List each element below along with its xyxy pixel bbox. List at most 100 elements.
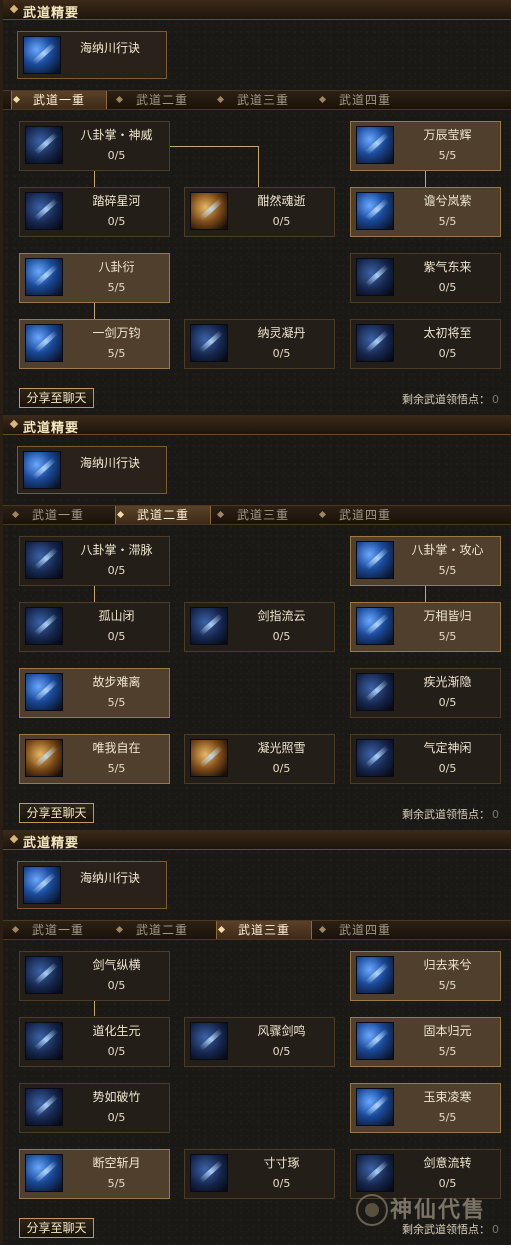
footstep-icon [25, 673, 63, 711]
tab-label: 武道二重 [135, 93, 188, 107]
skill-card[interactable]: 纳灵凝丹 0/5 [184, 319, 335, 369]
skill-points: 0/5 [272, 347, 291, 360]
skill-card[interactable]: 万辰莹辉 5/5 [350, 121, 501, 171]
tab-diamond-icon [318, 510, 327, 519]
skill-name: 八卦衍 [98, 260, 135, 274]
skill-points: 0/5 [272, 215, 291, 228]
skill-card[interactable]: 八卦掌・攻心 5/5 [350, 536, 501, 586]
skill-name: 谵兮岚萦 [423, 194, 472, 208]
tab-tier-1[interactable]: 武道一重 [11, 506, 105, 524]
skill-points: 0/5 [107, 1111, 126, 1124]
sword-slash-icon [25, 192, 63, 230]
tab-label: 武道四重 [338, 508, 391, 522]
skill-points: 5/5 [438, 1111, 457, 1124]
skill-card[interactable]: 断空斩月 5/5 [19, 1149, 170, 1199]
skill-points: 0/5 [272, 1177, 291, 1190]
tab-tier-3[interactable]: 武道三重 [216, 506, 310, 524]
skill-points: 0/5 [438, 347, 457, 360]
skill-card[interactable]: 八卦掌・滞脉 0/5 [19, 536, 170, 586]
skill-card[interactable]: 谵兮岚萦 5/5 [350, 187, 501, 237]
skill-card[interactable]: 唯我自在 5/5 [19, 734, 170, 784]
skill-card[interactable]: 万相皆归 5/5 [350, 602, 501, 652]
skill-points: 5/5 [438, 215, 457, 228]
skill-card[interactable]: 故步难离 5/5 [19, 668, 170, 718]
skill-points: 0/5 [438, 762, 457, 775]
cloud-sword-icon [190, 607, 228, 645]
skill-points: 0/5 [107, 979, 126, 992]
skill-card[interactable]: 一剑万钧 5/5 [19, 319, 170, 369]
skill-name: 孤山闭 [98, 609, 135, 623]
skill-points: 5/5 [438, 979, 457, 992]
skill-connector-line [425, 586, 426, 602]
section-header: 武道精要 [3, 415, 511, 436]
skill-card[interactable]: 紫气东来 0/5 [350, 253, 501, 303]
skill-name: 万相皆归 [423, 609, 472, 623]
tab-tier-4[interactable]: 武道四重 [318, 506, 412, 524]
tab-tier-3[interactable]: 武道三重 [216, 91, 310, 109]
tab-tier-2[interactable]: 武道二重 [115, 91, 209, 109]
share-to-chat-button[interactable]: 分享至聊天 [19, 803, 94, 823]
skill-card[interactable]: 孤山闭 0/5 [19, 602, 170, 652]
skill-name: 寸寸琢 [263, 1156, 300, 1170]
skill-card[interactable]: 踏碎星河 0/5 [19, 187, 170, 237]
tab-label: 武道四重 [338, 923, 391, 937]
remaining-points-value: 0 [492, 393, 499, 406]
tab-tier-4[interactable]: 武道四重 [318, 921, 412, 939]
skill-card[interactable]: 八卦掌・神威 0/5 [19, 121, 170, 171]
skill-name: 玉束凌寒 [423, 1090, 472, 1104]
palm-strike-icon [25, 126, 63, 164]
star-orb-icon [356, 126, 394, 164]
essence-skill[interactable]: 海纳川行诀 [17, 31, 167, 79]
skill-points: 5/5 [107, 1177, 126, 1190]
section-title: 武道精要 [23, 836, 80, 851]
skill-card[interactable]: 凝光照雪 0/5 [184, 734, 335, 784]
tab-tier-4[interactable]: 武道四重 [318, 91, 412, 109]
skill-card[interactable]: 归去来兮 5/5 [350, 951, 501, 1001]
sword-flow-icon [356, 1154, 394, 1192]
share-to-chat-button[interactable]: 分享至聊天 [19, 388, 94, 408]
skill-card[interactable]: 势如破竹 0/5 [19, 1083, 170, 1133]
mountain-icon [25, 607, 63, 645]
skill-name: 剑气纵横 [92, 958, 141, 972]
remaining-points-label: 剩余武道领悟点： [402, 808, 490, 821]
tab-tier-1[interactable]: 武道一重 [11, 91, 107, 109]
skill-card[interactable]: 剑气纵横 0/5 [19, 951, 170, 1001]
essence-skill-name: 海纳川行诀 [80, 41, 141, 55]
skill-connector-line [258, 146, 259, 187]
skill-card[interactable]: 道化生元 0/5 [19, 1017, 170, 1067]
tab-label: 武道四重 [338, 93, 391, 107]
skill-card[interactable]: 酣然魂逝 0/5 [184, 187, 335, 237]
section-title: 武道精要 [23, 421, 80, 436]
watermark-logo-icon [356, 1194, 388, 1226]
skill-card[interactable]: 固本归元 5/5 [350, 1017, 501, 1067]
bamboo-icon [25, 1088, 63, 1126]
skill-card[interactable]: 八卦衍 5/5 [19, 253, 170, 303]
skill-card[interactable]: 疾光渐隐 0/5 [350, 668, 501, 718]
essence-skill[interactable]: 海纳川行诀 [17, 446, 167, 494]
skill-card[interactable]: 太初将至 0/5 [350, 319, 501, 369]
tab-tier-2[interactable]: 武道二重 [115, 921, 209, 939]
skill-points: 0/5 [107, 564, 126, 577]
section-header: 武道精要 [3, 0, 511, 21]
carve-icon [190, 1154, 228, 1192]
sword-qi-icon [25, 956, 63, 994]
tab-tier-2[interactable]: 武道二重 [115, 506, 211, 524]
skill-card[interactable]: 寸寸琢 0/5 [184, 1149, 335, 1199]
talent-panel: 武道精要 海纳川行诀 武道一重 武道二重 武道三重 武道四重 八卦掌・神威 0/… [0, 0, 511, 414]
skill-name: 归去来兮 [423, 958, 472, 972]
skill-card[interactable]: 气定神闲 0/5 [350, 734, 501, 784]
skill-card[interactable]: 剑指流云 0/5 [184, 602, 335, 652]
skill-connector-line [170, 146, 258, 147]
tab-label: 武道三重 [236, 508, 289, 522]
tab-tier-3[interactable]: 武道三重 [216, 921, 312, 939]
tab-label: 武道二重 [135, 923, 188, 937]
mist-swirl-icon [356, 192, 394, 230]
essence-skill[interactable]: 海纳川行诀 [17, 861, 167, 909]
skill-card[interactable]: 玉束凌寒 5/5 [350, 1083, 501, 1133]
diamond-icon [9, 834, 19, 844]
share-to-chat-button[interactable]: 分享至聊天 [19, 1218, 94, 1238]
tab-tier-1[interactable]: 武道一重 [11, 921, 105, 939]
skill-connector-line [94, 303, 95, 319]
skill-card[interactable]: 风骤剑鸣 0/5 [184, 1017, 335, 1067]
skill-name: 紫气东来 [423, 260, 472, 274]
